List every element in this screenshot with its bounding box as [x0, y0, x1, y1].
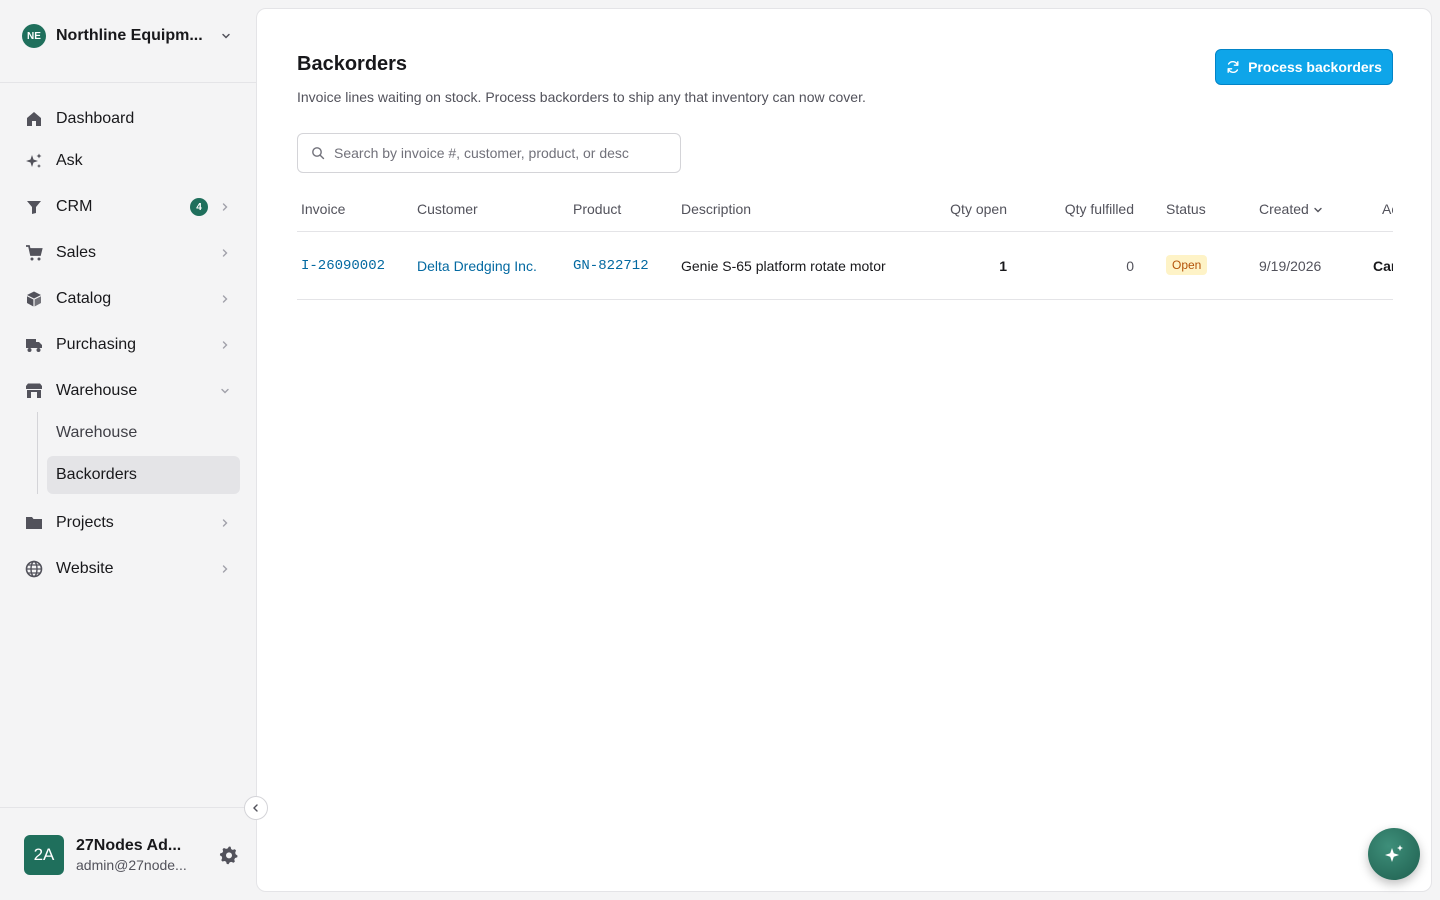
sidebar-divider — [0, 82, 256, 83]
refresh-icon — [1226, 60, 1240, 74]
backorders-table: Invoice Customer Product Description Qty… — [297, 189, 1393, 301]
sidebar-subitem-backorders[interactable]: Backorders — [47, 456, 240, 494]
sparkles-icon — [1385, 845, 1403, 862]
cube-icon — [24, 289, 44, 309]
process-backorders-button[interactable]: Process backorders — [1215, 49, 1393, 85]
chevron-right-icon — [218, 292, 232, 306]
chevron-down-icon — [218, 384, 232, 398]
user-profile[interactable]: 2A 27Nodes Ad... admin@27node... — [24, 834, 240, 876]
collapse-sidebar-button[interactable] — [244, 796, 268, 820]
column-header-qty-open: Qty open — [950, 201, 1007, 217]
sidebar-item-crm[interactable]: CRM 4 — [16, 188, 240, 226]
chevron-right-icon — [218, 338, 232, 352]
column-header-qty-fulfilled: Qty fulfilled — [1064, 201, 1134, 217]
sidebar-item-label: Purchasing — [56, 336, 137, 353]
sidebar-item-catalog[interactable]: Catalog — [16, 280, 240, 318]
customer-link[interactable]: Delta Dredging Inc. — [417, 258, 537, 274]
sidebar-item-projects[interactable]: Projects — [16, 504, 240, 542]
column-header-status: Status — [1166, 201, 1206, 217]
chevron-right-icon — [218, 562, 232, 576]
truck-icon — [24, 335, 44, 355]
crm-count-badge: 4 — [190, 198, 208, 216]
chevron-right-icon — [218, 516, 232, 530]
qty-open-cell: 1 — [999, 258, 1007, 274]
sidebar-item-warehouse[interactable]: Warehouse — [16, 372, 240, 410]
invoice-link[interactable]: I-26090002 — [301, 258, 385, 274]
sidebar-item-dashboard[interactable]: Dashboard — [16, 100, 240, 138]
sidebar-item-label: Sales — [56, 244, 97, 261]
chevron-down-icon — [218, 28, 234, 44]
user-name: 27Nodes Ad... — [76, 837, 182, 854]
gear-icon[interactable] — [218, 844, 240, 866]
description-cell: Genie S-65 platform rotate motor — [681, 258, 886, 274]
column-header-created[interactable]: Created — [1259, 201, 1323, 217]
search-box — [297, 133, 681, 173]
product-link[interactable]: GN-822712 — [573, 258, 649, 274]
table-row-divider — [297, 299, 1393, 300]
globe-icon — [24, 559, 44, 579]
sidebar-subitem-warehouse[interactable]: Warehouse — [47, 414, 240, 452]
process-backorders-label: Process backorders — [1248, 59, 1382, 75]
funnel-icon — [24, 197, 44, 217]
sidebar-item-label: Catalog — [56, 290, 112, 307]
org-switcher[interactable]: NE Northline Equipm... — [12, 14, 244, 58]
main-panel: Backorders Invoice lines waiting on stoc… — [256, 8, 1432, 892]
chevron-right-icon — [218, 200, 232, 214]
sidebar-item-label: Dashboard — [56, 110, 135, 127]
column-header-product: Product — [573, 201, 622, 217]
cart-icon — [24, 243, 44, 263]
avatar: 2A — [24, 835, 64, 875]
search-icon — [310, 145, 326, 161]
sidebar-item-label: Ask — [56, 152, 83, 169]
sidebar-divider — [0, 807, 256, 808]
column-header-description: Description — [681, 201, 752, 217]
user-email: admin@27node... — [76, 857, 187, 873]
home-icon — [24, 109, 44, 129]
ai-assistant-button[interactable] — [1368, 828, 1420, 880]
sidebar-item-label: CRM — [56, 198, 93, 215]
sidebar-item-website[interactable]: Website — [16, 550, 240, 588]
chevron-left-icon — [253, 804, 258, 812]
sidebar: NE Northline Equipm... Dashboard Ask CRM… — [0, 0, 256, 900]
column-header-created-label: Created — [1259, 201, 1309, 217]
column-header-invoice: Invoice — [301, 201, 346, 217]
table-header-divider — [297, 231, 1393, 232]
submenu-guide-line — [37, 412, 38, 494]
search-input[interactable] — [334, 145, 680, 161]
sidebar-item-sales[interactable]: Sales — [16, 234, 240, 272]
sparkles-icon — [24, 151, 44, 171]
created-cell: 9/19/2026 — [1259, 258, 1322, 274]
sort-chevron-down-icon — [1313, 205, 1323, 215]
column-header-customer: Customer — [417, 201, 478, 217]
sidebar-item-label: Projects — [56, 514, 114, 531]
sidebar-item-purchasing[interactable]: Purchasing — [16, 326, 240, 364]
warehouse-icon — [24, 381, 44, 401]
status-badge: Open — [1166, 255, 1208, 275]
qty-fulfilled-cell: 0 — [1126, 258, 1134, 274]
cancel-button[interactable]: Cancel — [1373, 258, 1393, 274]
sidebar-item-ask[interactable]: Ask — [16, 142, 240, 180]
sidebar-item-label: Website — [56, 560, 114, 577]
org-name: Northline Equipm... — [56, 27, 203, 44]
folder-icon — [24, 513, 44, 533]
sidebar-item-label: Warehouse — [56, 382, 138, 399]
chevron-right-icon — [218, 246, 232, 260]
org-avatar: NE — [22, 24, 46, 48]
page-subtitle: Invoice lines waiting on stock. Process … — [297, 89, 866, 105]
column-header-actions: Actions — [1382, 201, 1393, 217]
page-title: Backorders — [297, 53, 408, 75]
user-info: 27Nodes Ad... admin@27node... — [76, 837, 218, 873]
